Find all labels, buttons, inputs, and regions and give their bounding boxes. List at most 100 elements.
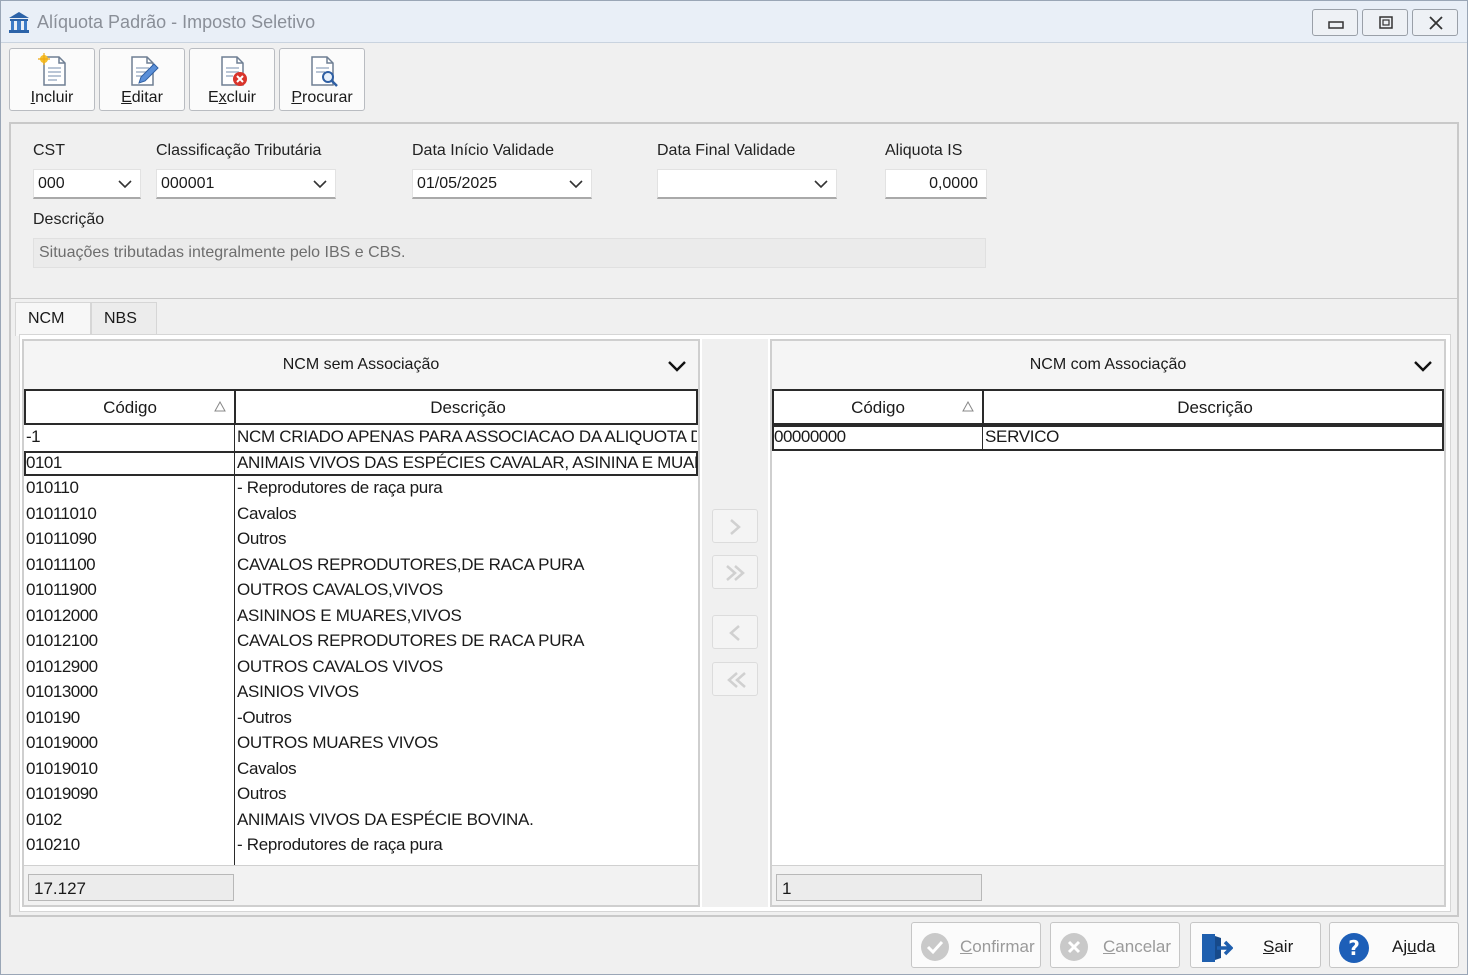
cell-codigo: 01012000 — [26, 605, 98, 625]
transfer-buttons — [702, 339, 768, 907]
tab-content: NCM sem Associação Código Descrição -1 NC… — [19, 334, 1451, 912]
grid-header: Código Descrição — [772, 389, 1444, 425]
table-row[interactable]: 01011900 OUTROS CAVALOS,VIVOS — [24, 578, 698, 604]
ajuda-button[interactable]: ? Ajuda — [1329, 922, 1459, 968]
cell-descricao: OUTROS CAVALOS VIVOS — [237, 656, 443, 676]
chevron-left-icon — [729, 625, 740, 641]
chevron-right-icon — [730, 519, 741, 535]
data-inicio-label: Data Início Validade — [412, 142, 555, 159]
table-row[interactable]: 00000000 SERVICO — [772, 425, 1444, 451]
restore-icon — [1379, 16, 1393, 29]
table-row[interactable]: 01013000 ASINIOS VIVOS — [24, 680, 698, 706]
data-final-label: Data Final Validade — [657, 142, 796, 159]
table-row[interactable]: -1 NCM CRIADO APENAS PARA ASSOCIACAO DA A… — [24, 425, 698, 451]
table-row[interactable]: 0102 ANIMAIS VIVOS DA ESPÉCIE BOVINA. — [24, 808, 698, 834]
table-row[interactable]: 01011090 Outros — [24, 527, 698, 553]
grid-body: 00000000 SERVICO — [772, 425, 1444, 865]
sort-ascending-icon — [962, 401, 974, 412]
excluir-button[interactable]: Excluir — [189, 48, 275, 111]
table-row[interactable]: 010110 - Reprodutores de raça pura — [24, 476, 698, 502]
procurar-button[interactable]: Procurar — [279, 48, 365, 111]
incluir-button[interactable]: Incluir — [9, 48, 95, 111]
cell-descricao: NCM CRIADO APENAS PARA ASSOCIACAO DA ALI… — [237, 427, 697, 446]
descricao-field: Situações tributadas integralmente pelo … — [33, 238, 986, 268]
cell-codigo: 01011090 — [26, 529, 97, 548]
cell-codigo: 01011100 — [26, 554, 96, 574]
grid-footer: 17.127 — [24, 865, 698, 905]
table-row[interactable]: 0101 ANIMAIS VIVOS DAS ESPÉCIES CAVALAR, … — [24, 450, 698, 476]
sort-ascending-icon — [214, 401, 226, 412]
grid-footer: 1 — [772, 865, 1444, 905]
column-header-codigo[interactable]: Código — [26, 391, 234, 423]
cst-combo[interactable]: 000 — [33, 169, 141, 199]
cell-codigo: 0101 — [26, 452, 62, 472]
move-left-button[interactable] — [712, 615, 758, 649]
table-row[interactable]: 01019000 OUTROS MUARES VIVOS — [24, 731, 698, 757]
table-row[interactable]: 01019010 Cavalos — [24, 757, 698, 783]
cell-descricao: Cavalos — [237, 758, 297, 778]
double-chevron-right-icon — [726, 565, 745, 581]
sair-button[interactable]: Sair — [1190, 922, 1321, 968]
descricao-value: Situações tributadas integralmente pelo … — [39, 244, 406, 261]
chevron-down-icon — [569, 180, 583, 189]
move-all-right-button[interactable] — [712, 555, 758, 589]
classificacao-label: Classificação Tributária — [156, 142, 322, 159]
procurar-label: rocurar — [301, 89, 353, 106]
column-header-descricao[interactable]: Descrição — [236, 391, 700, 423]
move-all-left-button[interactable] — [712, 662, 758, 696]
cell-descricao: CAVALOS REPRODUTORES,DE RACA PURA — [237, 554, 585, 574]
table-row[interactable]: 01012100 CAVALOS REPRODUTORES DE RACA PUR… — [24, 629, 698, 655]
table-row[interactable]: 01011010 Cavalos — [24, 502, 698, 528]
chevron-down-icon — [118, 180, 132, 189]
chevron-down-icon[interactable] — [668, 361, 686, 372]
table-row[interactable]: 01011100 CAVALOS REPRODUTORES,DE RACA PUR… — [24, 553, 698, 579]
excluir-label: cluir — [226, 89, 256, 106]
cell-descricao: ANIMAIS VIVOS DA ESPÉCIE BOVINA. — [237, 809, 534, 829]
table-row[interactable]: 010190 -Outros — [24, 706, 698, 732]
edit-document-icon — [131, 56, 159, 86]
maximize-button[interactable] — [1362, 9, 1408, 36]
sair-mnemonic: S — [1263, 937, 1275, 956]
procurar-mnemonic: P — [291, 89, 302, 106]
table-row[interactable]: 01019090 Outros — [24, 782, 698, 808]
new-document-icon — [38, 53, 66, 86]
cell-codigo: 01019010 — [26, 758, 98, 778]
aliquota-input[interactable]: 0,0000 — [885, 169, 987, 199]
chevron-down-icon — [814, 180, 828, 189]
data-final-picker[interactable] — [657, 169, 837, 199]
cell-codigo: 01013000 — [26, 682, 98, 701]
cell-codigo: 01011900 — [26, 580, 97, 599]
cell-descricao: ASINIOS VIVOS — [237, 682, 359, 701]
descricao-label: Descrição — [33, 211, 105, 228]
cst-label: CST — [33, 142, 65, 159]
cell-codigo: 01019090 — [26, 784, 98, 803]
cancelar-button[interactable]: Cancelar — [1050, 922, 1180, 968]
cell-descricao: OUTROS CAVALOS,VIVOS — [237, 580, 443, 599]
sair-label: air — [1274, 937, 1294, 956]
minimize-button[interactable] — [1312, 9, 1358, 36]
table-row[interactable]: 01012000 ASININOS E MUARES,VIVOS — [24, 604, 698, 630]
move-right-button[interactable] — [712, 509, 758, 543]
editar-button[interactable]: Editar — [99, 48, 185, 111]
cell-descricao: Outros — [237, 529, 287, 548]
column-header-descricao[interactable]: Descrição — [984, 391, 1446, 423]
chevron-down-icon[interactable] — [1414, 361, 1432, 372]
cell-descricao: CAVALOS REPRODUTORES DE RACA PURA — [237, 631, 585, 650]
tab-ncm[interactable]: NCM — [15, 302, 91, 336]
confirmar-button[interactable]: Confirmar — [911, 922, 1041, 968]
table-row[interactable]: 010210 - Reprodutores de raça pura — [24, 833, 698, 859]
delete-document-icon — [221, 56, 247, 86]
cell-descricao: OUTROS MUARES VIVOS — [237, 733, 439, 752]
close-button[interactable] — [1412, 9, 1458, 36]
classificacao-value: 000001 — [161, 175, 215, 192]
main-window: Alíquota Padrão - Imposto Seletivo Inclu… — [0, 0, 1468, 975]
building-icon — [9, 12, 29, 33]
classificacao-combo[interactable]: 000001 — [156, 169, 336, 199]
column-header-codigo[interactable]: Código — [774, 391, 982, 423]
cell-codigo: 01011010 — [26, 503, 97, 523]
confirmar-mnemonic: C — [960, 937, 973, 956]
data-inicio-picker[interactable]: 01/05/2025 — [412, 169, 592, 199]
ncm-com-associacao-pane: NCM com Associação Código Descrição 0000… — [770, 339, 1446, 907]
tab-nbs[interactable]: NBS — [91, 302, 157, 334]
table-row[interactable]: 01012900 OUTROS CAVALOS VIVOS — [24, 655, 698, 681]
